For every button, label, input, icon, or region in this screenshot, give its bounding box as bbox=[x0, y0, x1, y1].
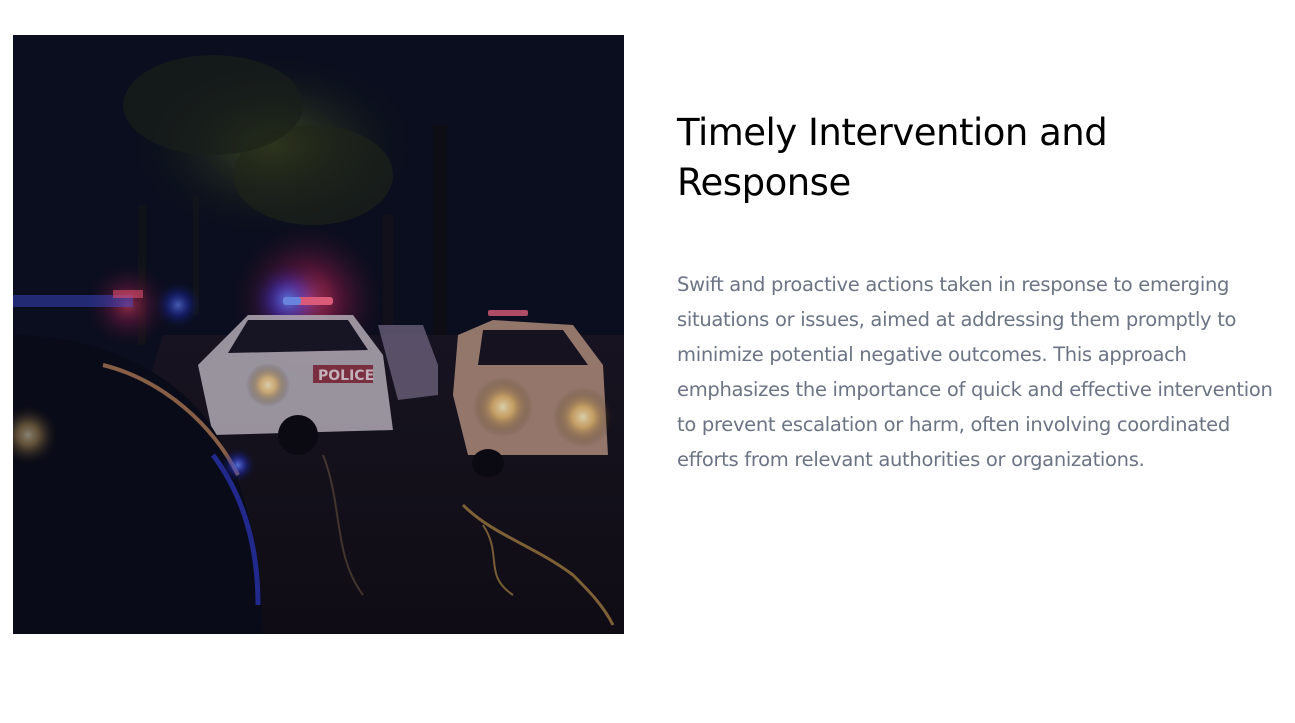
text-content: Timely Intervention and Response Swift a… bbox=[677, 108, 1277, 477]
police-night-scene-illustration: POLICE bbox=[13, 35, 624, 634]
police-night-scene-image: POLICE bbox=[13, 35, 624, 634]
slide-title: Timely Intervention and Response bbox=[677, 111, 1108, 204]
slide-body-text: Swift and proactive actions taken in res… bbox=[677, 273, 1273, 471]
